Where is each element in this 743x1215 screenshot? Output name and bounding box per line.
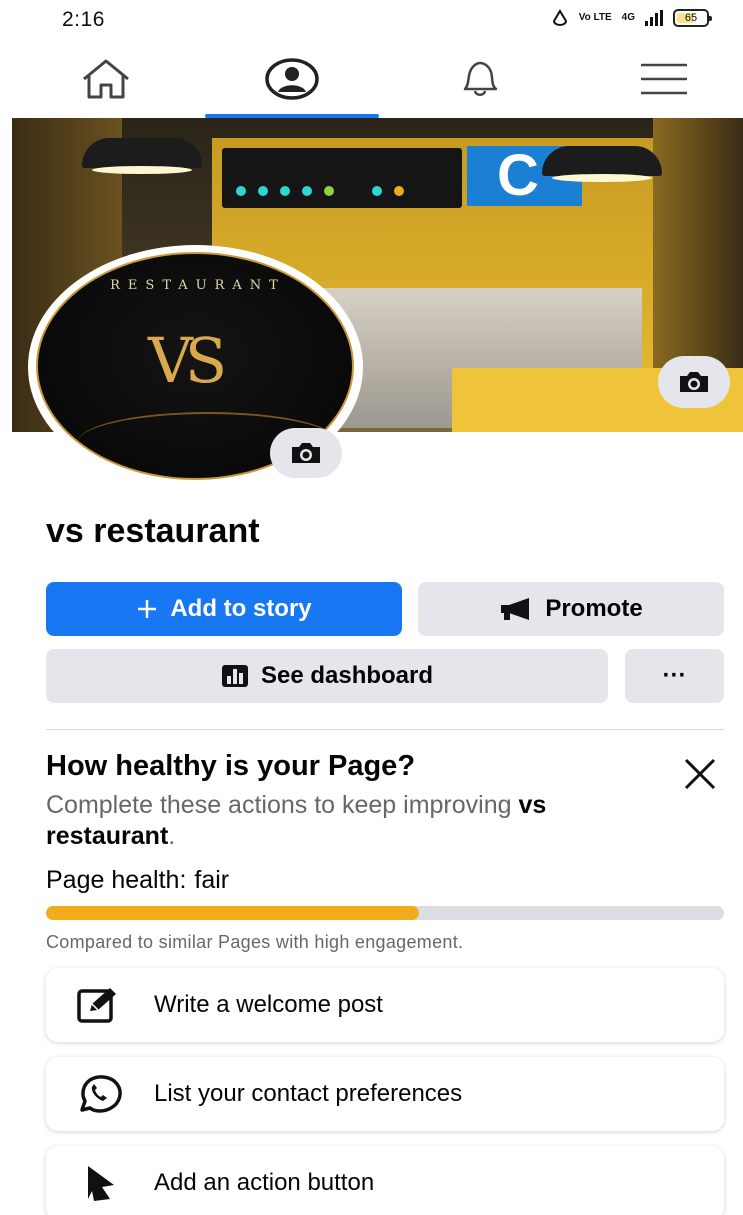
status-time: 2:16 (62, 8, 105, 31)
megaphone-icon (501, 598, 530, 620)
profile-picture-word: RESTAURANT (110, 278, 286, 293)
home-icon (83, 59, 129, 99)
nav-profile[interactable] (222, 40, 362, 118)
see-dashboard-button[interactable]: See dashboard (46, 649, 608, 703)
battery-level: 65 (684, 12, 698, 24)
see-dashboard-label: See dashboard (260, 662, 434, 689)
health-desc-prefix: Complete these actions to keep improving (46, 791, 519, 819)
network-type: 4G (621, 12, 635, 23)
top-nav (0, 40, 743, 118)
page-health-value: fair (194, 866, 230, 894)
camera-icon (292, 443, 320, 463)
write-welcome-post-item[interactable]: Write a welcome post (46, 968, 724, 1042)
profile-icon (265, 58, 319, 100)
hotspot-icon (552, 9, 567, 26)
nav-menu[interactable] (594, 40, 734, 118)
page-health-status: Page health: fair (46, 866, 229, 895)
more-options-button[interactable]: ··· (625, 649, 724, 703)
cover-lamp-left (82, 138, 202, 174)
cursor-pointer-icon (88, 1166, 114, 1201)
signal-icon (645, 10, 663, 26)
page-health-progress-fill (46, 906, 419, 920)
section-divider (46, 729, 724, 730)
nav-home[interactable] (36, 40, 176, 118)
dashboard-icon (221, 665, 248, 687)
write-welcome-post-label: Write a welcome post (154, 991, 383, 1018)
page-health-progress (46, 906, 724, 920)
page-health-comparison: Compared to similar Pages with high enga… (46, 932, 464, 952)
bell-icon (463, 61, 498, 96)
volte-indicator: Vo LTE (578, 12, 612, 23)
plus-icon (138, 600, 157, 618)
list-contact-preferences-item[interactable]: List your contact preferences (46, 1057, 724, 1131)
camera-icon (680, 372, 708, 392)
add-action-button-label: Add an action button (154, 1169, 375, 1196)
edit-post-icon (77, 988, 116, 1023)
health-desc-suffix: . (168, 822, 176, 850)
page-health-label: Page health: (46, 866, 187, 894)
list-contact-preferences-label: List your contact preferences (154, 1080, 463, 1107)
profile-camera-button[interactable] (270, 428, 342, 478)
close-icon (684, 758, 716, 790)
promote-button[interactable]: Promote (418, 582, 724, 636)
cover-camera-button[interactable] (658, 356, 730, 408)
status-bar: 2:16 Vo LTE 4G 65 (0, 0, 743, 40)
cover-menu-board (222, 148, 462, 208)
nav-notifications[interactable] (410, 40, 550, 118)
page-health-title: How healthy is your Page? (46, 750, 416, 782)
page-title: vs restaurant (46, 512, 260, 550)
page-health-description: Complete these actions to keep improving… (46, 790, 646, 852)
cover-lamp-right (542, 146, 662, 182)
add-to-story-button[interactable]: Add to story (46, 582, 402, 636)
more-options-icon: ··· (662, 662, 687, 689)
promote-label: Promote (545, 595, 643, 622)
battery-icon: 65 (673, 9, 712, 27)
hamburger-menu-icon (641, 63, 687, 95)
add-to-story-label: Add to story (170, 595, 312, 622)
whatsapp-icon (80, 1075, 122, 1113)
profile-picture-monogram: VS (148, 324, 227, 397)
status-icons: Vo LTE 4G 65 (551, 9, 712, 27)
add-action-button-item[interactable]: Add an action button (46, 1146, 724, 1215)
close-health-card-button[interactable] (676, 752, 724, 796)
